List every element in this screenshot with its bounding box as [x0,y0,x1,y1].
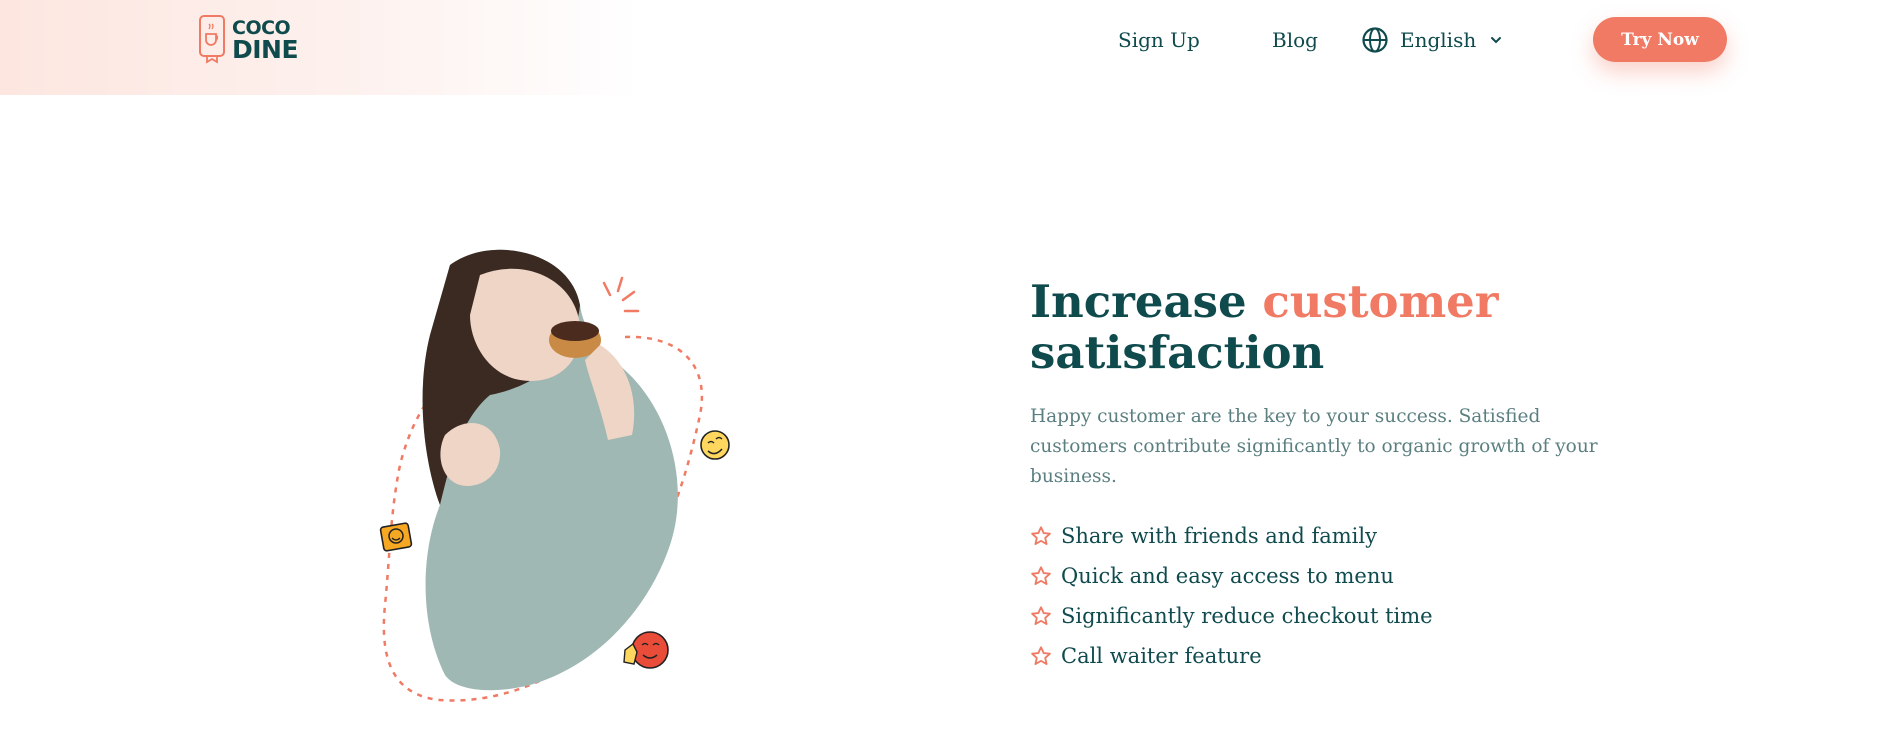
feature-label: Quick and easy access to menu [1061,564,1394,588]
headline-part-1: Increase [1030,275,1247,328]
star-outline-icon [1031,566,1051,585]
headline-accent: customer [1262,275,1499,328]
feature-label: Call waiter feature [1061,644,1262,668]
feature-list: Share with friends and family Quick and … [1030,516,1433,676]
star-outline-icon [1031,526,1051,545]
logo[interactable]: COCO DINE [198,14,299,64]
feature-item: Share with friends and family [1030,516,1433,556]
feature-label: Significantly reduce checkout time [1061,604,1433,628]
feature-item: Quick and easy access to menu [1030,556,1433,596]
language-label: English [1400,28,1477,52]
star-outline-icon [1031,606,1051,625]
star-outline-icon [1031,646,1051,665]
chevron-down-icon [1491,37,1502,44]
header-background [0,0,640,95]
smile-emoji-icon [700,430,730,460]
brand-line-2: DINE [232,35,299,64]
section-headline: Increase customer satisfaction [1030,276,1550,378]
feature-label: Share with friends and family [1061,524,1377,548]
globe-icon [1362,27,1388,53]
phone-cup-logo-icon [199,15,225,64]
chat-bubble-emoji-icon [379,522,413,552]
feature-item: Significantly reduce checkout time [1030,596,1433,636]
nav-link-blog[interactable]: Blog [1272,22,1318,58]
feature-item: Call waiter feature [1030,636,1433,676]
headline-part-2: satisfaction [1030,326,1325,379]
brand-name: COCO DINE [232,17,299,64]
woman-photo [422,249,678,691]
language-selector[interactable]: English [1362,22,1504,58]
section-description: Happy customer are the key to your succe… [1030,406,1598,487]
thumbs-up-emoji-icon [623,631,669,669]
nav-link-sign-up[interactable]: Sign Up [1118,22,1200,58]
customer-illustration [379,249,730,702]
sparkle-lines [602,276,640,313]
try-now-button[interactable]: Try Now [1593,17,1727,62]
